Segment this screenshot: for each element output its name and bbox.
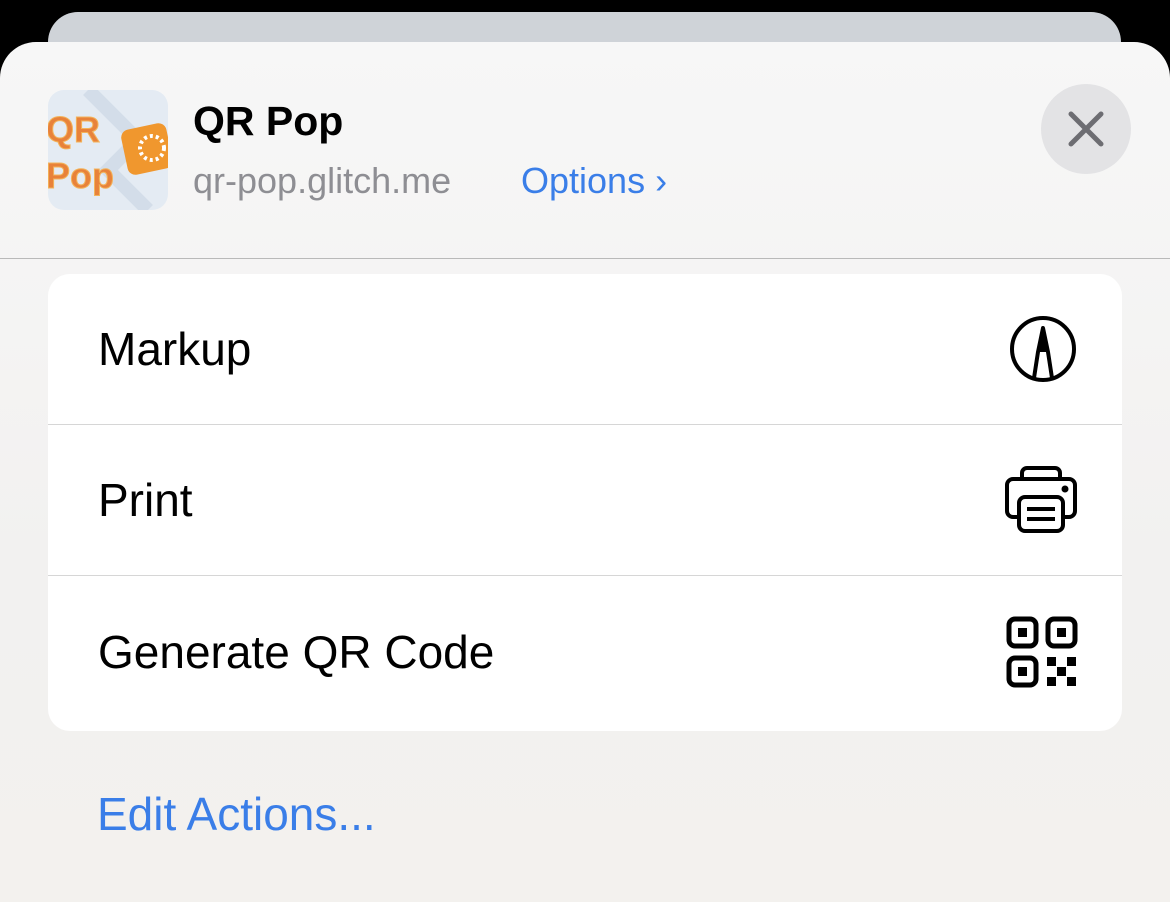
markup-icon [1010, 316, 1076, 382]
action-markup[interactable]: Markup [48, 274, 1122, 425]
edit-actions-link[interactable]: Edit Actions... [97, 787, 376, 841]
app-icon: QR Pop [48, 90, 168, 210]
share-sheet: QR Pop QR Pop qr-pop.glitch.me Options ›… [0, 42, 1170, 902]
action-label: Print [98, 474, 193, 526]
printer-icon [1005, 466, 1077, 533]
app-url: qr-pop.glitch.me [193, 160, 452, 201]
svg-text:Pop: Pop [48, 155, 114, 196]
options-label: Options [521, 160, 646, 201]
svg-text:QR: QR [48, 109, 100, 150]
chevron-right-icon: › [655, 160, 668, 201]
action-label: Markup [98, 323, 252, 375]
action-label: Generate QR Code [98, 625, 495, 678]
share-sheet-header: QR Pop QR Pop qr-pop.glitch.me Options › [0, 42, 1170, 259]
actions-list: Markup Print Generate QR Code [48, 274, 1122, 731]
action-print[interactable]: Print [48, 425, 1122, 576]
options-link[interactable]: Options › [521, 160, 667, 202]
action-generate-qr-code[interactable]: Generate QR Code [48, 576, 1122, 727]
app-title: QR Pop [193, 98, 344, 144]
close-button[interactable] [1041, 84, 1131, 174]
qr-code-icon [1006, 616, 1078, 687]
close-icon [1068, 111, 1104, 147]
